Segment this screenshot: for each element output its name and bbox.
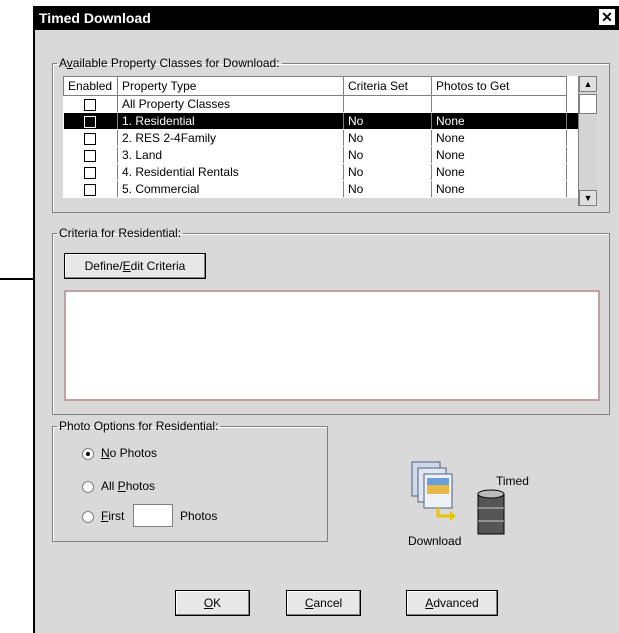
table-row[interactable]: 5. Commercial No None	[63, 180, 581, 198]
logo-graphic-icon	[411, 461, 505, 535]
table-row[interactable]: 4. Residential Rentals No None	[63, 163, 581, 181]
criteria-display-box[interactable]	[64, 290, 600, 401]
photos-suffix-label: Photos	[180, 509, 218, 523]
advanced-button[interactable]: Advanced	[406, 590, 498, 616]
title-bar: Timed Download ✕	[35, 6, 619, 30]
criteria-cell: No	[343, 180, 432, 198]
table-row[interactable]: All Property Classes	[63, 95, 581, 113]
first-photos-count-input[interactable]	[133, 504, 173, 527]
column-header-criteria-set[interactable]: Criteria Set	[343, 76, 432, 96]
scroll-thumb[interactable]	[579, 94, 597, 114]
available-classes-legend: Available Property Classes for Download:	[59, 56, 280, 70]
photos-cell: None	[431, 146, 567, 164]
photo-options-group: Photo Options for Residential:	[52, 419, 328, 542]
column-header-photos-to-get[interactable]: Photos to Get	[431, 76, 567, 96]
property-type-cell: 2. RES 2-4Family	[117, 129, 344, 147]
criteria-cell: No	[343, 146, 432, 164]
no-photos-label: No Photos	[101, 446, 158, 460]
logo-timed-text: Timed	[496, 474, 529, 488]
photos-cell: None	[431, 129, 567, 147]
criteria-legend: Criteria for Residential:	[59, 226, 182, 240]
enabled-checkbox[interactable]	[84, 149, 97, 162]
criteria-cell: No	[343, 112, 432, 130]
property-type-cell: All Property Classes	[117, 95, 344, 113]
table-row-selected[interactable]: 1. Residential No None	[63, 112, 581, 130]
timed-download-logo: Timed Download	[408, 456, 529, 548]
property-type-cell: 4. Residential Rentals	[117, 163, 344, 181]
all-photos-label: All Photos	[101, 479, 156, 493]
column-header-enabled[interactable]: Enabled	[63, 76, 118, 96]
criteria-cell: No	[343, 163, 432, 181]
scroll-down-icon[interactable]: ▼	[579, 190, 597, 206]
cancel-button[interactable]: Cancel	[286, 590, 361, 616]
no-photos-radio[interactable]	[82, 448, 94, 460]
close-icon[interactable]: ✕	[599, 9, 615, 25]
define-edit-criteria-button[interactable]: Define/Edit Criteria	[64, 253, 206, 279]
ok-button[interactable]: OK	[175, 590, 250, 616]
photo-options-legend: Photo Options for Residential:	[59, 419, 219, 433]
table-scrollbar[interactable]: ▲ ▼	[578, 76, 597, 206]
table-row[interactable]: 3. Land No None	[63, 146, 581, 164]
enabled-checkbox[interactable]	[84, 166, 97, 179]
property-type-cell: 3. Land	[117, 146, 344, 164]
all-photos-radio[interactable]	[82, 481, 94, 493]
criteria-cell	[343, 95, 432, 113]
property-type-cell: 5. Commercial	[117, 180, 344, 198]
photos-cell: None	[431, 163, 567, 181]
table-header-row: Enabled Property Type Criteria Set Photo…	[63, 76, 581, 96]
scroll-up-icon[interactable]: ▲	[579, 76, 597, 92]
photos-cell: None	[431, 112, 567, 130]
column-header-property-type[interactable]: Property Type	[117, 76, 344, 96]
table-row[interactable]: 2. RES 2-4Family No None	[63, 129, 581, 147]
photos-cell: None	[431, 180, 567, 198]
first-label: First	[101, 509, 125, 523]
window-title: Timed Download	[39, 10, 151, 26]
photos-cell	[431, 95, 567, 113]
enabled-checkbox[interactable]	[84, 115, 97, 128]
criteria-cell: No	[343, 129, 432, 147]
enabled-checkbox[interactable]	[84, 98, 97, 111]
enabled-checkbox[interactable]	[84, 132, 97, 145]
enabled-checkbox[interactable]	[84, 183, 97, 196]
property-type-cell: 1. Residential	[117, 112, 344, 130]
property-table: Enabled Property Type Criteria Set Photo…	[63, 76, 581, 198]
logo-download-text: Download	[408, 534, 462, 548]
first-photos-radio[interactable]	[82, 511, 94, 523]
